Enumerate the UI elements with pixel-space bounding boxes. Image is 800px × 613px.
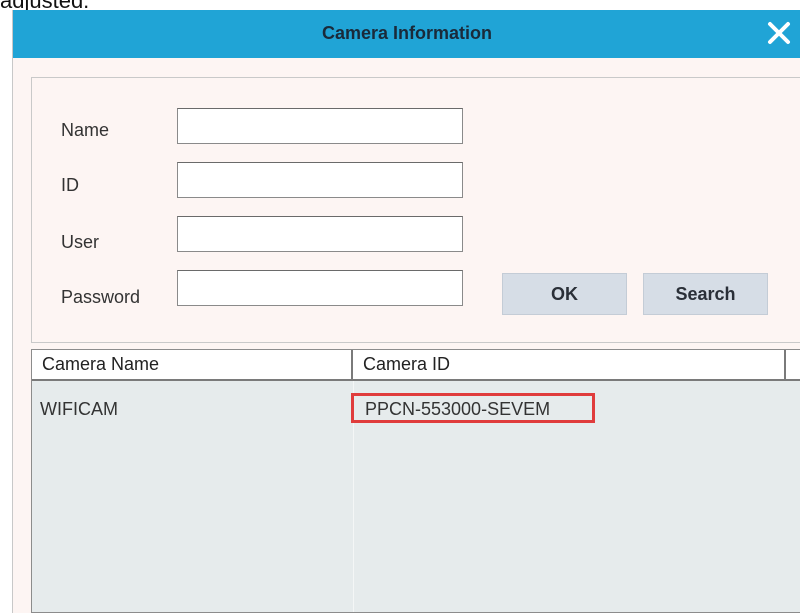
column-divider-end[interactable] bbox=[784, 350, 786, 379]
column-header-camera-id[interactable]: Camera ID bbox=[353, 350, 783, 379]
id-label: ID bbox=[61, 175, 79, 195]
column-header-camera-name[interactable]: Camera Name bbox=[32, 350, 352, 379]
name-label: Name bbox=[61, 120, 110, 140]
page-fragment-text: adjusted. bbox=[0, 0, 90, 13]
highlight-annotation-box bbox=[351, 393, 595, 423]
camera-name-cell: WIFICAM bbox=[40, 399, 118, 419]
id-field[interactable] bbox=[177, 162, 463, 198]
search-button[interactable]: Search bbox=[643, 273, 768, 315]
camera-list-table: Camera Name Camera ID WIFICAM PPCN-55300… bbox=[31, 349, 800, 613]
close-icon bbox=[768, 22, 790, 44]
password-label: Password bbox=[61, 287, 141, 307]
dialog-title: Camera Information bbox=[321, 23, 493, 43]
user-field[interactable] bbox=[177, 216, 463, 252]
dialog-titlebar: Camera Information bbox=[13, 10, 800, 58]
ok-button[interactable]: OK bbox=[502, 273, 627, 315]
password-field[interactable] bbox=[177, 270, 463, 306]
camera-form-panel: Name ID User Password OK Search bbox=[31, 77, 800, 343]
user-label: User bbox=[61, 232, 100, 252]
camera-information-dialog: Camera Information Name ID User Password… bbox=[12, 10, 800, 613]
name-field[interactable] bbox=[177, 108, 463, 144]
table-header: Camera Name Camera ID bbox=[32, 350, 800, 381]
close-button[interactable] bbox=[763, 16, 795, 50]
